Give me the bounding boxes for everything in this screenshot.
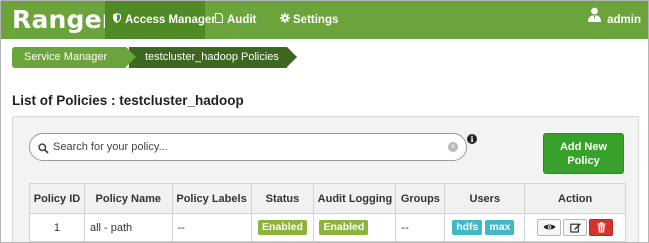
delete-icon bbox=[597, 221, 606, 233]
col-groups[interactable]: Groups bbox=[395, 183, 446, 214]
col-status[interactable]: Status bbox=[250, 183, 315, 214]
search-icon bbox=[38, 141, 49, 159]
edit-button[interactable] bbox=[563, 219, 588, 236]
shield-icon bbox=[111, 2, 122, 40]
table-header-row: Policy ID Policy Name Policy Labels Stat… bbox=[29, 183, 626, 214]
add-button-line2: Policy bbox=[567, 155, 600, 167]
cell-users: hdfs max bbox=[444, 213, 526, 242]
col-policy-name[interactable]: Policy Name bbox=[83, 183, 173, 214]
col-policy-id[interactable]: Policy ID bbox=[29, 183, 85, 214]
cell-status: Enabled bbox=[250, 213, 315, 242]
delete-button[interactable] bbox=[589, 219, 614, 236]
col-audit-logging[interactable]: Audit Logging bbox=[313, 183, 397, 214]
view-icon bbox=[543, 224, 556, 230]
edit-icon bbox=[569, 222, 581, 233]
cell-action bbox=[524, 213, 626, 242]
user-icon bbox=[588, 1, 602, 38]
nav-access-manager-label: Access Manager bbox=[125, 14, 216, 26]
breadcrumb-arrow-current bbox=[287, 47, 297, 67]
user-name: admin bbox=[607, 14, 641, 27]
view-button[interactable] bbox=[537, 219, 562, 236]
add-new-policy-button[interactable]: Add New Policy bbox=[543, 133, 624, 174]
user-badge-hdfs: hdfs bbox=[452, 220, 483, 235]
cell-audit-logging: Enabled bbox=[313, 213, 397, 242]
cell-policy-id[interactable]: 1 bbox=[29, 213, 85, 242]
col-action: Action bbox=[524, 183, 626, 214]
user-menu[interactable]: admin bbox=[588, 1, 641, 39]
top-navbar: Ranger Access Manager Audit Settings adm… bbox=[1, 1, 648, 39]
page-title: List of Policies : testcluster_hadoop bbox=[12, 93, 244, 108]
policies-table: Policy ID Policy Name Policy Labels Stat… bbox=[29, 183, 626, 242]
gear-icon bbox=[279, 2, 290, 40]
breadcrumb-arrow bbox=[126, 47, 136, 67]
cell-policy-name: all - path bbox=[83, 213, 173, 242]
search-input[interactable]: Search for your policy... × bbox=[29, 133, 467, 161]
search-placeholder: Search for your policy... bbox=[53, 141, 168, 153]
audit-logging-badge: Enabled bbox=[319, 220, 369, 235]
col-users[interactable]: Users bbox=[444, 183, 526, 214]
cell-groups: -- bbox=[395, 213, 446, 242]
app-window: Ranger Access Manager Audit Settings adm… bbox=[0, 0, 649, 243]
nav-access-manager[interactable]: Access Manager bbox=[105, 1, 216, 40]
nav-settings[interactable]: Settings bbox=[273, 1, 353, 39]
breadcrumb-service-manager[interactable]: Service Manager bbox=[12, 47, 126, 68]
brand-logo[interactable]: Ranger bbox=[12, 5, 114, 34]
breadcrumb-current: testcluster_hadoop Policies bbox=[129, 47, 287, 68]
status-badge: Enabled bbox=[258, 220, 307, 235]
nav-audit[interactable]: Audit bbox=[207, 1, 267, 39]
cell-policy-labels: -- bbox=[171, 213, 252, 242]
table-row: 1 all - path -- Enabled Enabled -- hdfs m… bbox=[29, 213, 626, 242]
clear-icon[interactable]: × bbox=[448, 142, 458, 152]
info-icon[interactable]: i bbox=[467, 134, 477, 144]
user-badge-max: max bbox=[485, 220, 515, 235]
file-icon bbox=[213, 2, 224, 40]
add-button-line1: Add New bbox=[559, 141, 608, 153]
col-policy-labels[interactable]: Policy Labels bbox=[171, 183, 252, 214]
nav-audit-label: Audit bbox=[227, 14, 257, 26]
nav-settings-label: Settings bbox=[293, 14, 339, 26]
